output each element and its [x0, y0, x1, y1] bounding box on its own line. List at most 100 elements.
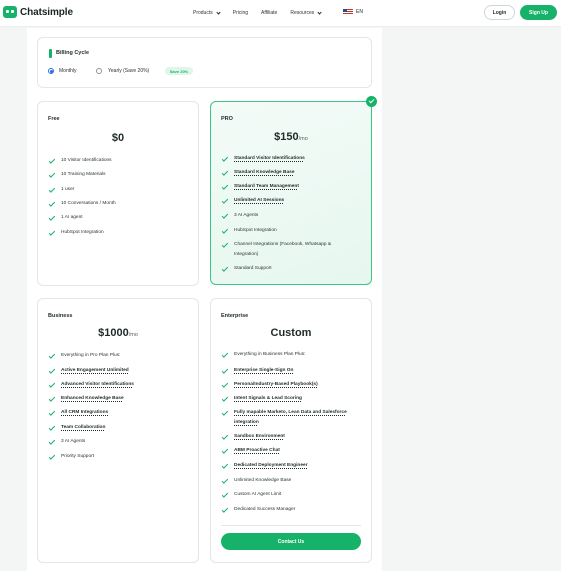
monthly-radio[interactable]: [48, 68, 54, 74]
feature-text[interactable]: Sandbox Environment: [234, 432, 285, 442]
check-icon: [221, 477, 229, 484]
signup-button[interactable]: Sign Up: [520, 5, 557, 20]
feature-item: Everything in Business Plan Plus:: [221, 350, 306, 360]
feature-text[interactable]: integration: [234, 418, 259, 428]
feature-text[interactable]: Standard Visitor Identifications: [234, 154, 305, 164]
feature-item: Everything in Pro Plan Plus:: [48, 351, 121, 361]
check-icon: [221, 381, 229, 388]
feature-item: Enterprise Single-Sign On: [221, 366, 293, 376]
check-icon: [221, 409, 229, 416]
feature-text[interactable]: Persona/Industry-Based Playbook(s): [234, 380, 318, 390]
feature-text[interactable]: Enhanced Knowledge Base: [61, 394, 124, 404]
feature-item: 1 user: [48, 185, 75, 195]
feature-text: Integration): [234, 252, 259, 257]
divider: [221, 525, 361, 526]
feature-text: 1 user: [61, 187, 75, 192]
top-nav: Chatsimple Products Pricing Affiliate Re…: [0, 0, 561, 27]
plan-name: Free: [48, 116, 60, 122]
feature-item: Standard Knowledge Base: [221, 168, 295, 178]
plan-price: Custom: [211, 327, 371, 339]
accent-bar: [49, 49, 52, 58]
nav-pricing[interactable]: Pricing: [233, 10, 248, 16]
check-icon: [221, 395, 229, 402]
check-icon: [221, 433, 229, 440]
feature-text[interactable]: ABM Proactive Chat: [234, 446, 280, 456]
feature-item: HubSpot Integration: [221, 226, 277, 236]
check-icon: [221, 241, 229, 248]
price-amount: $0: [111, 132, 125, 144]
feature-item: 10 Conversations / Month: [48, 199, 116, 209]
check-icon: [221, 447, 229, 454]
check-icon: [48, 157, 56, 164]
feature-item: Dedicated Success Manager: [221, 505, 296, 515]
feature-text: 10 Visitor Identifications: [61, 158, 112, 163]
feature-text[interactable]: Fully mapable Marketo, Lean Data and Sal…: [234, 408, 347, 418]
nav-links: Products Pricing Affiliate Resources: [193, 9, 334, 16]
feature-text[interactable]: Dedicated Deployment Engineer: [234, 461, 308, 471]
feature-text: Dedicated Success Manager: [234, 507, 296, 512]
billing-cycle-title: Billing Cycle: [56, 50, 90, 56]
price-amount: Custom: [270, 327, 312, 339]
feature-text: 1 AI agent: [61, 215, 83, 220]
pro-plan-card[interactable]: PRO $150/mo Standard Visitor Identificat…: [210, 101, 372, 285]
feature-item-continued: integration: [234, 418, 259, 428]
feature-text: Everything in Pro Plan Plus:: [61, 353, 121, 358]
check-icon: [221, 506, 229, 513]
check-icon: [48, 352, 56, 359]
feature-item: Fully mapable Marketo, Lean Data and Sal…: [221, 408, 347, 418]
feature-item: Priority Support: [48, 452, 94, 462]
feature-item: Sandbox Environment: [221, 432, 285, 442]
feature-text[interactable]: Standard Knowledge Base: [234, 168, 295, 178]
login-button[interactable]: Login: [484, 5, 515, 20]
check-icon: [48, 229, 56, 236]
feature-text[interactable]: Enterprise Single-Sign On: [234, 366, 293, 376]
check-icon: [221, 197, 229, 204]
save-badge: Save 20%: [165, 67, 193, 75]
free-plan-card: Free $0 10 Visitor Identifications 10 Tr…: [37, 101, 199, 286]
check-icon: [48, 200, 56, 207]
nav-affiliate[interactable]: Affiliate: [261, 10, 277, 16]
feature-item: 10 Visitor Identifications: [48, 156, 112, 166]
feature-text[interactable]: Intent Signals & Lead Scoring: [234, 394, 302, 404]
language-selector[interactable]: EN: [343, 9, 363, 15]
feature-item: ABM Proactive Chat: [221, 446, 280, 456]
feature-text: 3 AI Agents: [234, 213, 259, 218]
feature-text: HubSpot Integration: [234, 228, 277, 233]
nav-products[interactable]: Products: [193, 9, 221, 16]
monthly-label[interactable]: Monthly: [59, 68, 77, 74]
logo[interactable]: Chatsimple: [3, 6, 73, 18]
price-period: /mo: [128, 332, 138, 338]
feature-item: Standard Team Management: [221, 182, 299, 192]
chevron-down-icon: [216, 9, 221, 15]
feature-text[interactable]: Unlimited AI Sessions: [234, 196, 284, 206]
feature-text: Everything in Business Plan Plus:: [234, 352, 306, 357]
feature-item: Active Engagement Unlimited: [48, 366, 129, 376]
feature-text[interactable]: All CRM Integrations: [61, 408, 108, 418]
feature-text: Custom AI Agent Limit: [234, 492, 282, 497]
contact-us-button[interactable]: Contact Us: [221, 533, 361, 550]
feature-text[interactable]: Active Engagement Unlimited: [61, 366, 129, 376]
logo-text: Chatsimple: [20, 6, 73, 18]
nav-resources[interactable]: Resources: [290, 9, 322, 16]
check-icon: [48, 381, 56, 388]
yearly-radio[interactable]: [96, 68, 102, 74]
plan-name: Enterprise: [221, 313, 249, 319]
business-plan-card: Business $1000/mo Everything in Pro Plan…: [37, 298, 199, 563]
feature-item: 3 AI Agents: [221, 211, 259, 221]
feature-item: HubSpot Integration: [48, 228, 104, 238]
yearly-label[interactable]: Yearly (Save 20%): [108, 68, 149, 74]
check-icon: [221, 367, 229, 374]
feature-item: All CRM Integrations: [48, 408, 108, 418]
feature-text[interactable]: Advanced Visitor Identifications: [61, 380, 134, 390]
feature-item: Standard Support: [221, 264, 272, 274]
nav-affiliate-label: Affiliate: [261, 10, 278, 16]
feature-item: Channel Integrations (Facebook, Whatsapp…: [221, 240, 332, 250]
feature-text[interactable]: Standard Team Management: [234, 182, 299, 192]
check-icon: [48, 395, 56, 402]
plan-price: $150/mo: [211, 131, 371, 143]
price-period: /mo: [298, 136, 308, 142]
nav-products-label: Products: [193, 10, 213, 16]
nav-resources-label: Resources: [290, 10, 315, 16]
feature-text: Channel Integrations (Facebook, Whatsapp…: [234, 242, 332, 247]
feature-text[interactable]: Team Collaboration: [61, 423, 105, 433]
